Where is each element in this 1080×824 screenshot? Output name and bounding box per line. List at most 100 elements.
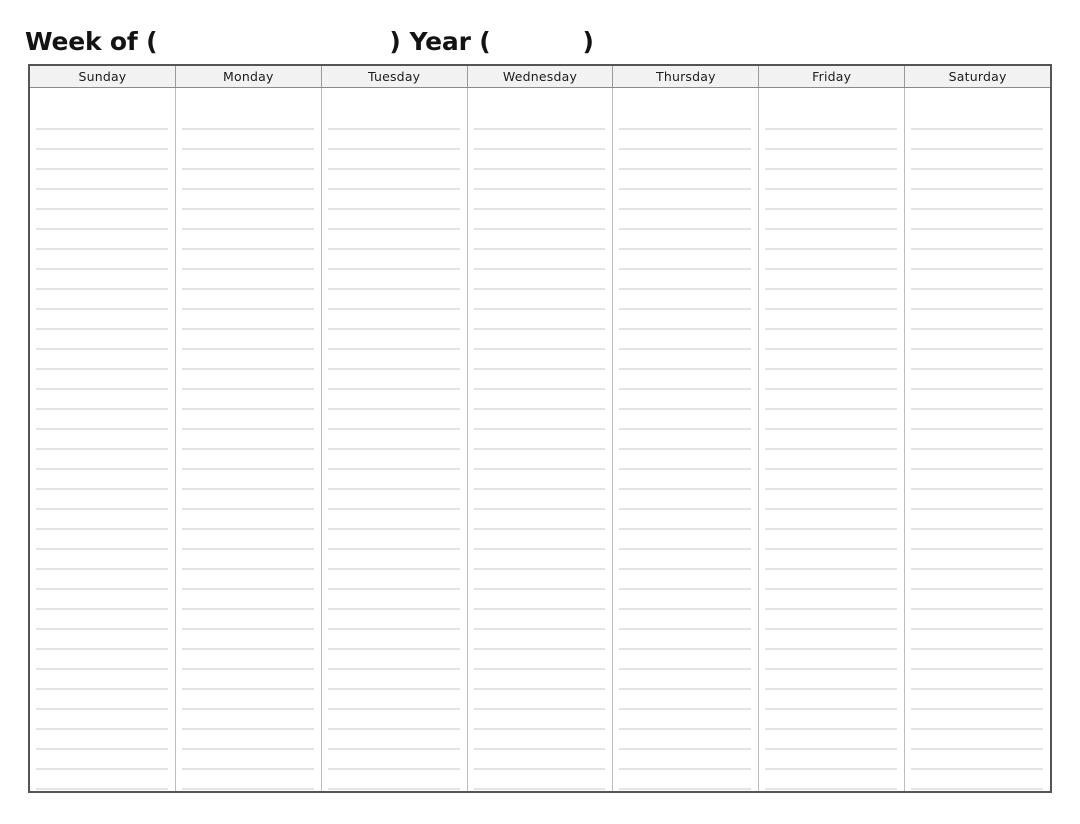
day-header-tuesday: Tuesday — [321, 66, 468, 87]
rule-line — [327, 528, 460, 530]
rule-line — [181, 348, 314, 350]
rule-line — [473, 228, 606, 230]
rule-line — [765, 468, 898, 470]
rule-line — [327, 288, 460, 290]
week-of-label: Week of ( — [25, 26, 158, 56]
rule-line — [36, 188, 168, 190]
rule-line — [911, 728, 1044, 730]
day-header-monday: Monday — [175, 66, 322, 87]
writing-lines — [619, 88, 752, 791]
rule-line — [327, 608, 460, 610]
day-header-label: Friday — [812, 69, 852, 84]
rule-line — [327, 228, 460, 230]
rule-line — [911, 348, 1044, 350]
rule-line — [181, 388, 314, 390]
day-column-tuesday[interactable] — [322, 88, 468, 791]
rule-line — [181, 788, 314, 790]
day-column-friday[interactable] — [759, 88, 906, 791]
rule-line — [327, 188, 460, 190]
rule-line — [619, 568, 752, 570]
writing-lines — [181, 88, 314, 791]
rule-line — [36, 628, 168, 630]
rule-line — [619, 548, 752, 550]
rule-line — [473, 728, 606, 730]
rule-line — [181, 428, 314, 430]
rule-line — [911, 448, 1044, 450]
rule-line — [36, 128, 168, 130]
rule-line — [473, 348, 606, 350]
rule-line — [181, 748, 314, 750]
rule-line — [473, 628, 606, 630]
rule-line — [36, 488, 168, 490]
writing-lines — [36, 88, 168, 791]
rule-line — [911, 748, 1044, 750]
rule-line — [473, 148, 606, 150]
writing-lines — [327, 88, 460, 791]
rule-line — [911, 568, 1044, 570]
rule-line — [765, 448, 898, 450]
rule-line — [327, 648, 460, 650]
rule-line — [327, 168, 460, 170]
rule-line — [619, 408, 752, 410]
rule-line — [765, 688, 898, 690]
rule-line — [765, 628, 898, 630]
rule-line — [765, 528, 898, 530]
rule-line — [181, 168, 314, 170]
rule-line — [473, 568, 606, 570]
day-header-label: Saturday — [948, 69, 1007, 84]
rule-line — [619, 228, 752, 230]
rule-line — [911, 488, 1044, 490]
rule-line — [911, 588, 1044, 590]
rule-line — [181, 188, 314, 190]
rule-line — [327, 748, 460, 750]
rule-line — [619, 508, 752, 510]
rule-line — [765, 148, 898, 150]
rule-line — [327, 488, 460, 490]
rule-line — [473, 688, 606, 690]
rule-line — [473, 528, 606, 530]
rule-line — [911, 428, 1044, 430]
rule-line — [619, 168, 752, 170]
rule-line — [911, 308, 1044, 310]
rule-line — [36, 728, 168, 730]
rule-line — [911, 408, 1044, 410]
rule-line — [619, 728, 752, 730]
rule-line — [473, 668, 606, 670]
rule-line — [36, 468, 168, 470]
day-column-monday[interactable] — [176, 88, 322, 791]
rule-line — [181, 308, 314, 310]
rule-line — [619, 608, 752, 610]
rule-line — [619, 468, 752, 470]
rule-line — [181, 548, 314, 550]
rule-line — [619, 628, 752, 630]
rule-line — [473, 788, 606, 790]
rule-line — [765, 508, 898, 510]
rule-line — [619, 268, 752, 270]
day-column-thursday[interactable] — [613, 88, 760, 791]
rule-line — [911, 528, 1044, 530]
rule-line — [765, 548, 898, 550]
day-column-wednesday[interactable] — [468, 88, 614, 791]
rule-line — [327, 208, 460, 210]
rule-line — [473, 208, 606, 210]
rule-line — [36, 348, 168, 350]
day-column-sunday[interactable] — [30, 88, 176, 791]
rule-line — [765, 228, 898, 230]
rule-line — [181, 708, 314, 710]
rule-line — [327, 468, 460, 470]
rule-line — [911, 628, 1044, 630]
day-header-friday: Friday — [759, 66, 906, 87]
day-column-saturday[interactable] — [905, 88, 1050, 791]
rule-line — [327, 248, 460, 250]
rule-line — [36, 328, 168, 330]
day-header-saturday: Saturday — [905, 66, 1051, 87]
rule-line — [765, 408, 898, 410]
rule-line — [181, 508, 314, 510]
year-close-paren: ) — [582, 26, 594, 56]
rule-line — [327, 408, 460, 410]
rule-line — [327, 588, 460, 590]
rule-line — [181, 688, 314, 690]
rule-line — [765, 348, 898, 350]
rule-line — [181, 488, 314, 490]
rule-line — [619, 748, 752, 750]
